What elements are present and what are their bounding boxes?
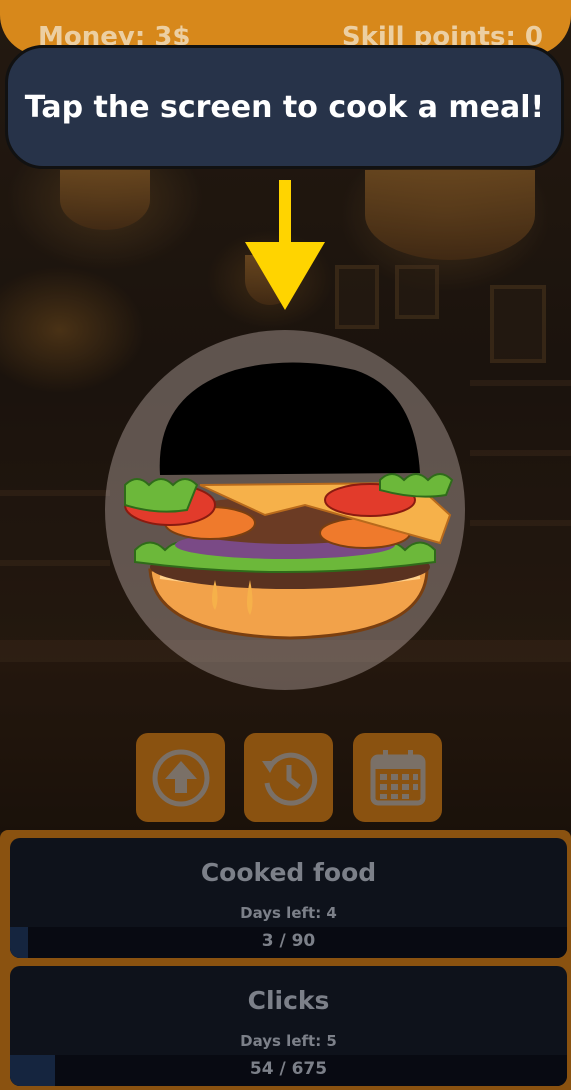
quest-title: Cooked food: [200, 858, 377, 887]
quest-days-left: Days left: 4: [240, 904, 337, 922]
tutorial-text: Tap the screen to cook a meal!: [24, 89, 545, 125]
history-button[interactable]: [244, 733, 333, 822]
tutorial-banner: Tap the screen to cook a meal!: [5, 45, 564, 169]
burger-image[interactable]: [115, 355, 465, 645]
quest-days-left: Days left: 5: [240, 1032, 337, 1050]
quest-progress-bar: 54 / 675: [10, 1055, 567, 1086]
down-arrow-icon: [245, 180, 325, 310]
calendar-icon: [370, 749, 425, 805]
upgrade-arrow-icon: [152, 749, 209, 806]
quest-progress-text: 3 / 90: [261, 931, 316, 951]
quest-title: Clicks: [247, 986, 330, 1015]
quest-card-clicks[interactable]: Clicks Days left: 5 54 / 675: [10, 966, 567, 1086]
quest-card-cooked-food[interactable]: Cooked food Days left: 4 3 / 90: [10, 838, 567, 958]
history-clock-icon: [261, 752, 317, 806]
quest-panel: Cooked food Days left: 4 3 / 90 Clicks D…: [0, 830, 571, 1090]
quest-progress-bar: 3 / 90: [10, 927, 567, 958]
upgrade-button[interactable]: [136, 733, 225, 822]
quest-progress-text: 54 / 675: [249, 1059, 328, 1079]
calendar-button[interactable]: [353, 733, 442, 822]
